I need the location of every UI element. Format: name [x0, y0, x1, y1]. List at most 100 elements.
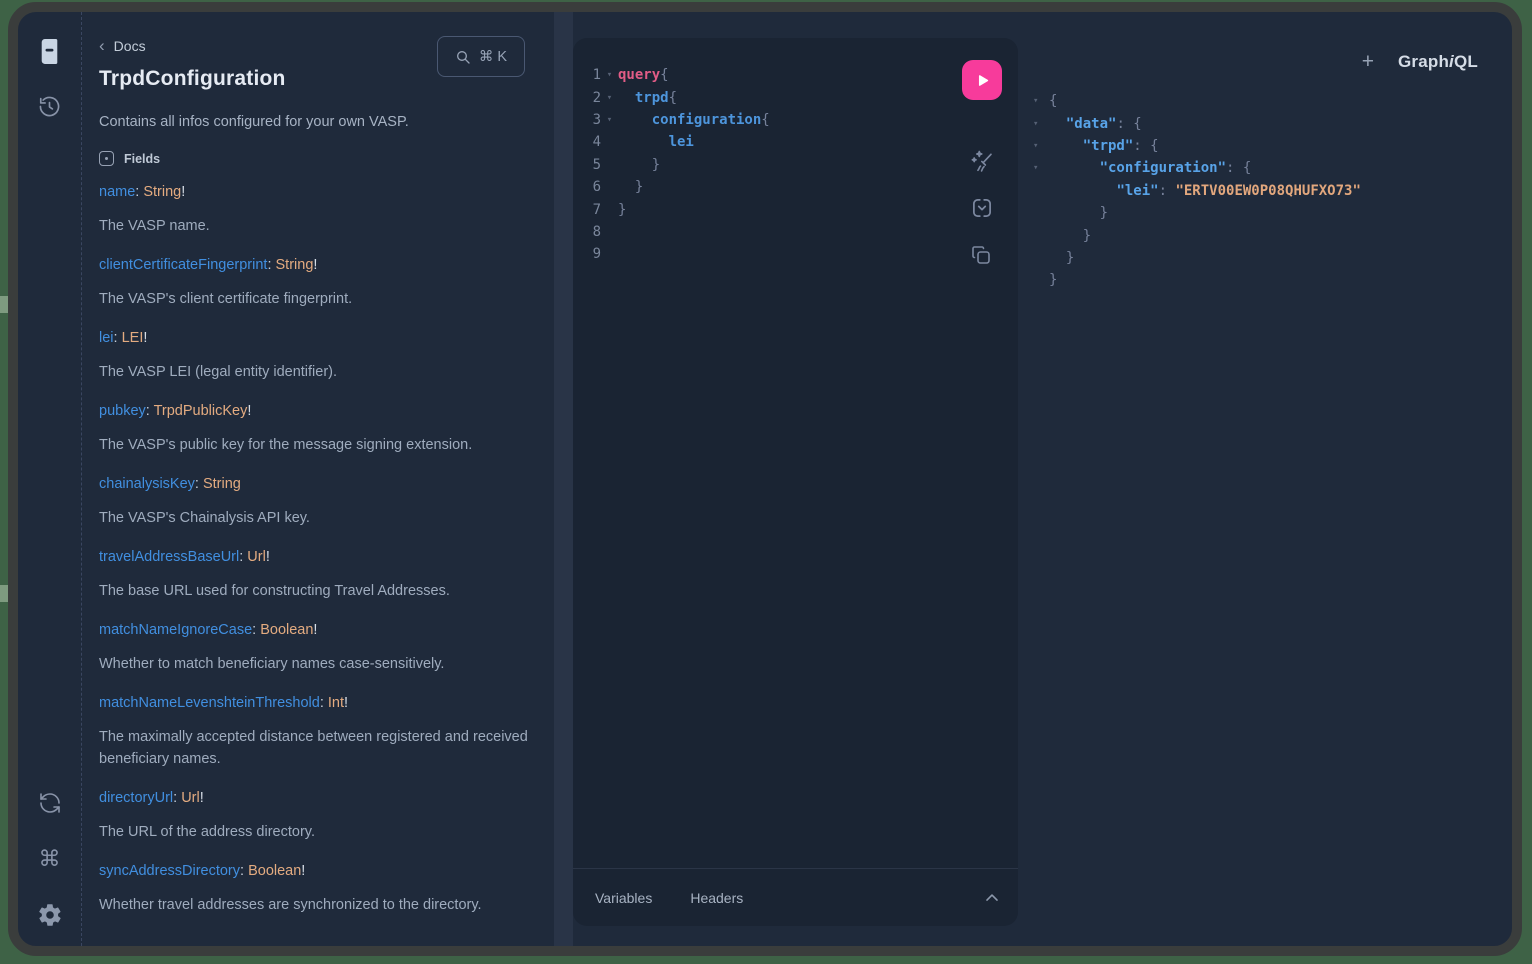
graphiql-logo: GraphiQL [1398, 52, 1478, 72]
collapse-editor-tools-button[interactable] [982, 888, 1002, 908]
app-content: ⌘ ‹ Docs TrpdConfiguration Contains all … [18, 12, 1512, 946]
fields-list: name: String! The VASP name. clientCertifi… [99, 181, 554, 916]
logo-part: Graph [1398, 52, 1449, 71]
clock-glyph [37, 94, 62, 119]
fold-toggle-icon[interactable]: ▾ [601, 93, 618, 103]
code-text: "lei": "ERTV00EW0P08QHUFXO73" [1049, 183, 1361, 199]
field-description: The VASP LEI (legal entity identifier). [99, 361, 544, 383]
field-signature: clientCertificateFingerprint: String! [99, 254, 554, 276]
code-text: "data": { [1049, 116, 1142, 132]
field-type-link[interactable]: Url [247, 549, 266, 565]
docs-icon[interactable] [35, 36, 65, 66]
fields-section-label: Fields [124, 152, 160, 166]
field-entry: clientCertificateFingerprint: String! The… [99, 254, 554, 310]
fold-toggle-icon[interactable]: ▾ [601, 115, 618, 125]
field-name-link[interactable]: clientCertificateFingerprint [99, 257, 267, 273]
field-name-link[interactable]: matchNameLevenshteinThreshold [99, 695, 320, 711]
field-colon: : [195, 476, 203, 492]
code-token: } [1049, 250, 1074, 266]
response-code-line: ▾{ [1028, 90, 1361, 112]
line-number: 3 [573, 112, 601, 128]
field-type-link[interactable]: LEI [122, 330, 144, 346]
code-token: } [1049, 272, 1057, 288]
field-type-link[interactable]: String [203, 476, 241, 492]
fold-toggle-icon[interactable]: ▾ [1028, 119, 1049, 129]
settings-gear-icon[interactable] [35, 900, 65, 930]
query-editor[interactable]: 1▾query{2▾ trpd{3▾ configuration{4 lei5 … [573, 64, 954, 266]
code-token: } [1049, 228, 1091, 244]
field-type-link[interactable]: Boolean [248, 863, 301, 879]
field-type-link[interactable]: Boolean [260, 622, 313, 638]
response-code-line: ▾ "trpd": { [1028, 135, 1361, 157]
field-description: The VASP name. [99, 215, 544, 237]
code-token: { [761, 112, 769, 128]
field-type-link[interactable]: String [276, 257, 314, 273]
field-name-link[interactable]: pubkey [99, 403, 146, 419]
field-colon: : [114, 330, 122, 346]
field-colon: : [173, 790, 181, 806]
back-label: Docs [114, 38, 146, 54]
field-signature: pubkey: TrpdPublicKey! [99, 400, 554, 422]
history-icon[interactable] [35, 91, 65, 121]
fold-toggle-icon[interactable]: ▾ [1028, 96, 1049, 106]
field-description: The VASP's client certificate fingerprin… [99, 288, 544, 310]
response-panel: + GraphiQL ▾{▾ "data": {▾ "trpd": {▾ "co… [1018, 12, 1512, 946]
copy-query-button[interactable] [969, 243, 995, 269]
field-bang: ! [301, 863, 305, 879]
code-token [1049, 160, 1100, 176]
field-name-link[interactable]: lei [99, 330, 114, 346]
field-type-link[interactable]: String [143, 184, 181, 200]
editor-code-line: 2▾ trpd{ [573, 86, 954, 108]
field-name-link[interactable]: name [99, 184, 135, 200]
field-colon: : [252, 622, 260, 638]
code-token [618, 90, 635, 106]
refresh-icon[interactable] [35, 788, 65, 818]
field-description: The URL of the address directory. [99, 821, 544, 843]
code-text: { [1049, 93, 1057, 109]
panel-resize-handle[interactable] [554, 12, 573, 946]
field-entry: pubkey: TrpdPublicKey! The VASP's public … [99, 400, 554, 456]
add-tab-button[interactable]: + [1362, 52, 1374, 72]
field-entry: matchNameLevenshteinThreshold: Int!The m… [99, 692, 554, 770]
keyboard-shortcuts-icon[interactable]: ⌘ [35, 844, 65, 874]
field-name-link[interactable]: syncAddressDirectory [99, 863, 240, 879]
code-text: } [1049, 250, 1074, 266]
field-signature: name: String! [99, 181, 554, 203]
search-button[interactable]: ⌘ K [437, 36, 525, 77]
line-number: 8 [573, 224, 601, 240]
editor-code-line: 9 [573, 243, 954, 265]
response-code-line: ▾ "configuration": { [1028, 157, 1361, 179]
field-type-link[interactable]: Url [181, 790, 200, 806]
field-name-link[interactable]: travelAddressBaseUrl [99, 549, 239, 565]
fold-toggle-icon[interactable]: ▾ [1028, 163, 1049, 173]
field-signature: syncAddressDirectory: Boolean! [99, 860, 554, 882]
field-type-link[interactable]: Int [328, 695, 344, 711]
field-bang: ! [181, 184, 185, 200]
tab-headers[interactable]: Headers [690, 890, 743, 906]
code-token [1049, 116, 1066, 132]
line-number: 7 [573, 202, 601, 218]
search-icon [455, 49, 471, 65]
field-signature: lei: LEI! [99, 327, 554, 349]
back-chevron-icon: ‹ [99, 39, 105, 53]
merge-fragments-button[interactable] [969, 195, 995, 221]
page: { "logo": { "part1": "Graph", "part2": "… [0, 0, 1532, 964]
prettify-button[interactable] [969, 148, 995, 174]
field-name-link[interactable]: chainalysisKey [99, 476, 195, 492]
code-text: } [618, 157, 660, 173]
code-token [1049, 138, 1083, 154]
code-token [618, 134, 669, 150]
tab-variables[interactable]: Variables [595, 890, 652, 906]
code-token: } [618, 157, 660, 173]
fold-toggle-icon[interactable]: ▾ [1028, 141, 1049, 151]
fold-toggle-icon[interactable]: ▾ [601, 70, 618, 80]
field-name-link[interactable]: matchNameIgnoreCase [99, 622, 252, 638]
copy-icon [969, 243, 993, 267]
code-token: : { [1116, 116, 1141, 132]
execute-query-button[interactable] [962, 60, 1002, 100]
field-description: The base URL used for constructing Trave… [99, 580, 544, 602]
field-type-link[interactable]: TrpdPublicKey [154, 403, 248, 419]
field-name-link[interactable]: directoryUrl [99, 790, 173, 806]
field-description: The VASP's public key for the message si… [99, 434, 544, 456]
code-token [1049, 183, 1116, 199]
